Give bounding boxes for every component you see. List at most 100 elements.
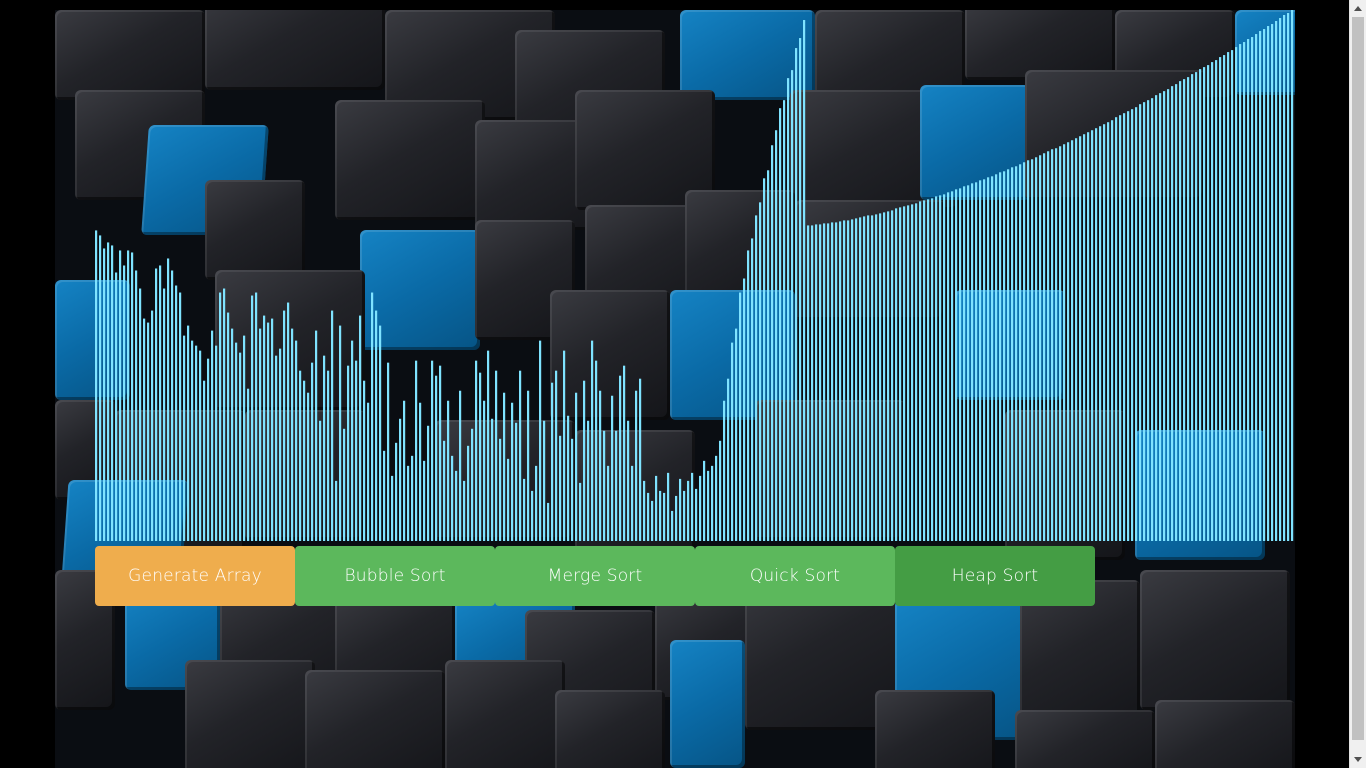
- array-bar: [639, 378, 642, 541]
- array-bar: [1127, 111, 1130, 541]
- array-bar: [295, 340, 298, 541]
- array-bar: [1283, 15, 1286, 541]
- array-bar: [303, 380, 306, 541]
- array-bar: [1227, 52, 1230, 541]
- array-bar: [799, 38, 802, 541]
- array-bar: [103, 248, 106, 541]
- array-bar: [1031, 159, 1034, 541]
- scroll-down-icon[interactable]: [1354, 757, 1362, 762]
- controls-bar: Generate Array Bubble Sort Merge Sort Qu…: [95, 546, 1095, 606]
- scroll-up-icon[interactable]: [1354, 6, 1362, 11]
- generate-array-button[interactable]: Generate Array: [95, 546, 295, 606]
- array-bar: [1243, 42, 1246, 541]
- array-bar: [179, 292, 182, 541]
- array-bar: [763, 178, 766, 541]
- array-bar: [1171, 86, 1174, 541]
- array-bar: [143, 318, 146, 541]
- array-bar: [459, 390, 462, 541]
- array-bar: [219, 292, 222, 541]
- array-bar: [863, 216, 866, 541]
- array-bar: [207, 358, 210, 541]
- array-bar: [1167, 89, 1170, 541]
- array-bar: [159, 265, 162, 541]
- array-bar: [1075, 138, 1078, 541]
- array-bar: [559, 435, 562, 541]
- array-bar: [363, 380, 366, 541]
- array-bar: [359, 315, 362, 541]
- array-bar: [1275, 21, 1278, 541]
- array-bar: [1175, 84, 1178, 541]
- array-bar: [1279, 18, 1282, 541]
- array-bar: [167, 258, 170, 541]
- array-bar: [887, 211, 890, 541]
- array-bar: [423, 460, 426, 541]
- heap-sort-button[interactable]: Heap Sort: [895, 546, 1095, 606]
- array-bar: [135, 270, 138, 541]
- array-bar: [215, 345, 218, 541]
- vertical-scrollbar[interactable]: [1349, 0, 1366, 768]
- array-bar: [1271, 24, 1274, 541]
- array-bar: [899, 207, 902, 541]
- array-bar: [247, 388, 250, 541]
- array-bar: [239, 352, 242, 541]
- array-bar: [1135, 107, 1138, 541]
- array-bar: [479, 372, 482, 541]
- array-bar: [1107, 122, 1110, 541]
- array-bar: [259, 328, 262, 541]
- array-bar: [715, 455, 718, 541]
- quick-sort-button[interactable]: Quick Sort: [695, 546, 895, 606]
- array-bar: [1099, 126, 1102, 541]
- array-bar: [675, 495, 678, 541]
- array-bar: [195, 345, 198, 541]
- array-bar: [779, 108, 782, 541]
- array-bar: [123, 265, 126, 541]
- array-bar: [727, 378, 730, 541]
- array-bar: [951, 191, 954, 541]
- array-bar: [1015, 166, 1018, 541]
- array-bar: [619, 375, 622, 541]
- array-bar: [1091, 130, 1094, 541]
- scrollbar-thumb[interactable]: [1352, 17, 1364, 740]
- array-bar: [451, 455, 454, 541]
- array-bar: [759, 202, 762, 541]
- array-bar: [255, 292, 258, 541]
- array-bar: [1191, 74, 1194, 541]
- array-bar: [1051, 149, 1054, 541]
- array-bar: [1087, 132, 1090, 541]
- array-bar: [735, 328, 738, 541]
- array-bar: [511, 402, 514, 541]
- array-bar: [1011, 167, 1014, 541]
- array-bar: [107, 242, 110, 541]
- array-bar: [1159, 93, 1162, 541]
- array-bar: [891, 210, 894, 541]
- array-bar: [1223, 55, 1226, 541]
- array-bar: [695, 488, 698, 541]
- array-bar: [919, 201, 922, 541]
- array-bar: [563, 350, 566, 541]
- array-bar: [187, 325, 190, 541]
- array-bar: [1231, 50, 1234, 541]
- array-bar: [987, 177, 990, 541]
- array-bar: [803, 20, 806, 541]
- array-bar: [399, 418, 402, 541]
- array-bar: [431, 360, 434, 541]
- bubble-sort-button[interactable]: Bubble Sort: [295, 546, 495, 606]
- array-bar: [983, 179, 986, 541]
- array-bar: [999, 172, 1002, 541]
- array-bar: [467, 445, 470, 541]
- array-bar: [607, 465, 610, 541]
- array-bar: [631, 465, 634, 541]
- array-bar: [199, 350, 202, 541]
- array-bar: [539, 340, 542, 541]
- array-bar: [595, 360, 598, 541]
- array-bar: [191, 340, 194, 541]
- array-bar: [1211, 62, 1214, 541]
- array-bar: [767, 170, 770, 541]
- array-bar: [1215, 60, 1218, 541]
- array-bar: [931, 198, 934, 541]
- array-bar: [339, 325, 342, 541]
- array-bar: [627, 420, 630, 541]
- array-bar: [163, 288, 166, 541]
- array-bar: [491, 418, 494, 541]
- merge-sort-button[interactable]: Merge Sort: [495, 546, 695, 606]
